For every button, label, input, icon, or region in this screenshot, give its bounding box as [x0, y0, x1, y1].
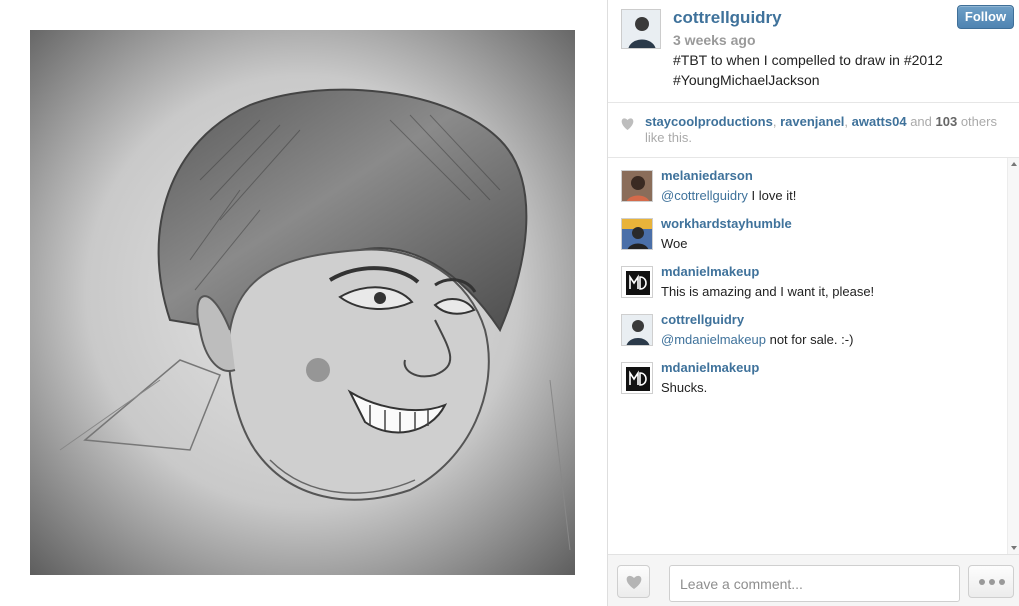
comment-username[interactable]: mdanielmakeup — [661, 264, 759, 279]
post-timestamp[interactable]: 3 weeks ago — [673, 32, 756, 48]
comment-text: @cottrellguidry I love it! — [661, 188, 797, 203]
comment-item: workhardstayhumble Woe — [608, 206, 1008, 252]
likes-count[interactable]: 103 — [936, 114, 958, 129]
commenter-avatar[interactable] — [621, 266, 653, 298]
comment-input[interactable] — [669, 565, 960, 602]
user-avatar-icon — [622, 315, 652, 345]
owner-avatar[interactable] — [621, 9, 661, 49]
comment-text: This is amazing and I want it, please! — [661, 284, 875, 299]
commenter-avatar[interactable] — [621, 170, 653, 202]
liker-link[interactable]: staycoolproductions — [645, 114, 773, 129]
scroll-down-arrow-icon[interactable] — [1011, 546, 1017, 550]
comments-list: melaniedarson @cottrellguidry I love it!… — [608, 158, 1019, 554]
user-avatar-icon — [622, 10, 660, 48]
comment-text: @mdanielmakeup not for sale. :-) — [661, 332, 854, 347]
comment-text: Woe — [661, 236, 688, 251]
post-header: cottrellguidry 3 weeks ago #TBT to when … — [608, 0, 1019, 103]
user-avatar-icon — [622, 219, 652, 249]
heart-icon — [626, 575, 642, 589]
commenter-avatar[interactable] — [621, 362, 653, 394]
likes-summary: staycoolproductions, ravenjanel, awatts0… — [645, 114, 997, 145]
comment-mention[interactable]: @cottrellguidry — [661, 188, 748, 203]
comment-username[interactable]: mdanielmakeup — [661, 360, 759, 375]
comment-item: mdanielmakeup This is amazing and I want… — [608, 254, 1008, 300]
post-photo[interactable] — [30, 30, 575, 575]
liker-link[interactable]: ravenjanel — [780, 114, 844, 129]
comment-username[interactable]: cottrellguidry — [661, 312, 744, 327]
post-side-panel: cottrellguidry 3 weeks ago #TBT to when … — [607, 0, 1019, 606]
logo-avatar-icon — [622, 363, 652, 393]
liker-link[interactable]: awatts04 — [852, 114, 907, 129]
commenter-avatar[interactable] — [621, 314, 653, 346]
commenter-avatar[interactable] — [621, 218, 653, 250]
comment-username[interactable]: melaniedarson — [661, 168, 753, 183]
comment-text: Shucks. — [661, 380, 708, 395]
logo-avatar-icon — [622, 267, 652, 297]
scroll-up-arrow-icon[interactable] — [1011, 162, 1017, 166]
comment-item: melaniedarson @cottrellguidry I love it! — [608, 158, 1008, 204]
likes-section: staycoolproductions, ravenjanel, awatts0… — [608, 103, 1019, 158]
comments-scrollbar[interactable] — [1007, 158, 1019, 554]
comment-item: mdanielmakeup Shucks. — [608, 350, 1008, 396]
comment-bar — [608, 554, 1019, 606]
owner-username[interactable]: cottrellguidry — [673, 8, 782, 28]
comment-username[interactable]: workhardstayhumble — [661, 216, 792, 231]
user-avatar-icon — [622, 171, 652, 201]
pencil-portrait-image — [30, 30, 575, 575]
ellipsis-icon — [979, 579, 985, 585]
photo-pane — [0, 0, 607, 606]
like-button[interactable] — [617, 565, 650, 598]
post-caption: #TBT to when I compelled to draw in #201… — [673, 52, 943, 88]
comment-mention[interactable]: @mdanielmakeup — [661, 332, 766, 347]
more-options-button[interactable] — [968, 565, 1014, 598]
follow-button[interactable]: Follow — [957, 5, 1014, 29]
heart-icon — [621, 118, 634, 130]
comment-item: cottrellguidry @mdanielmakeup not for sa… — [608, 302, 1008, 348]
